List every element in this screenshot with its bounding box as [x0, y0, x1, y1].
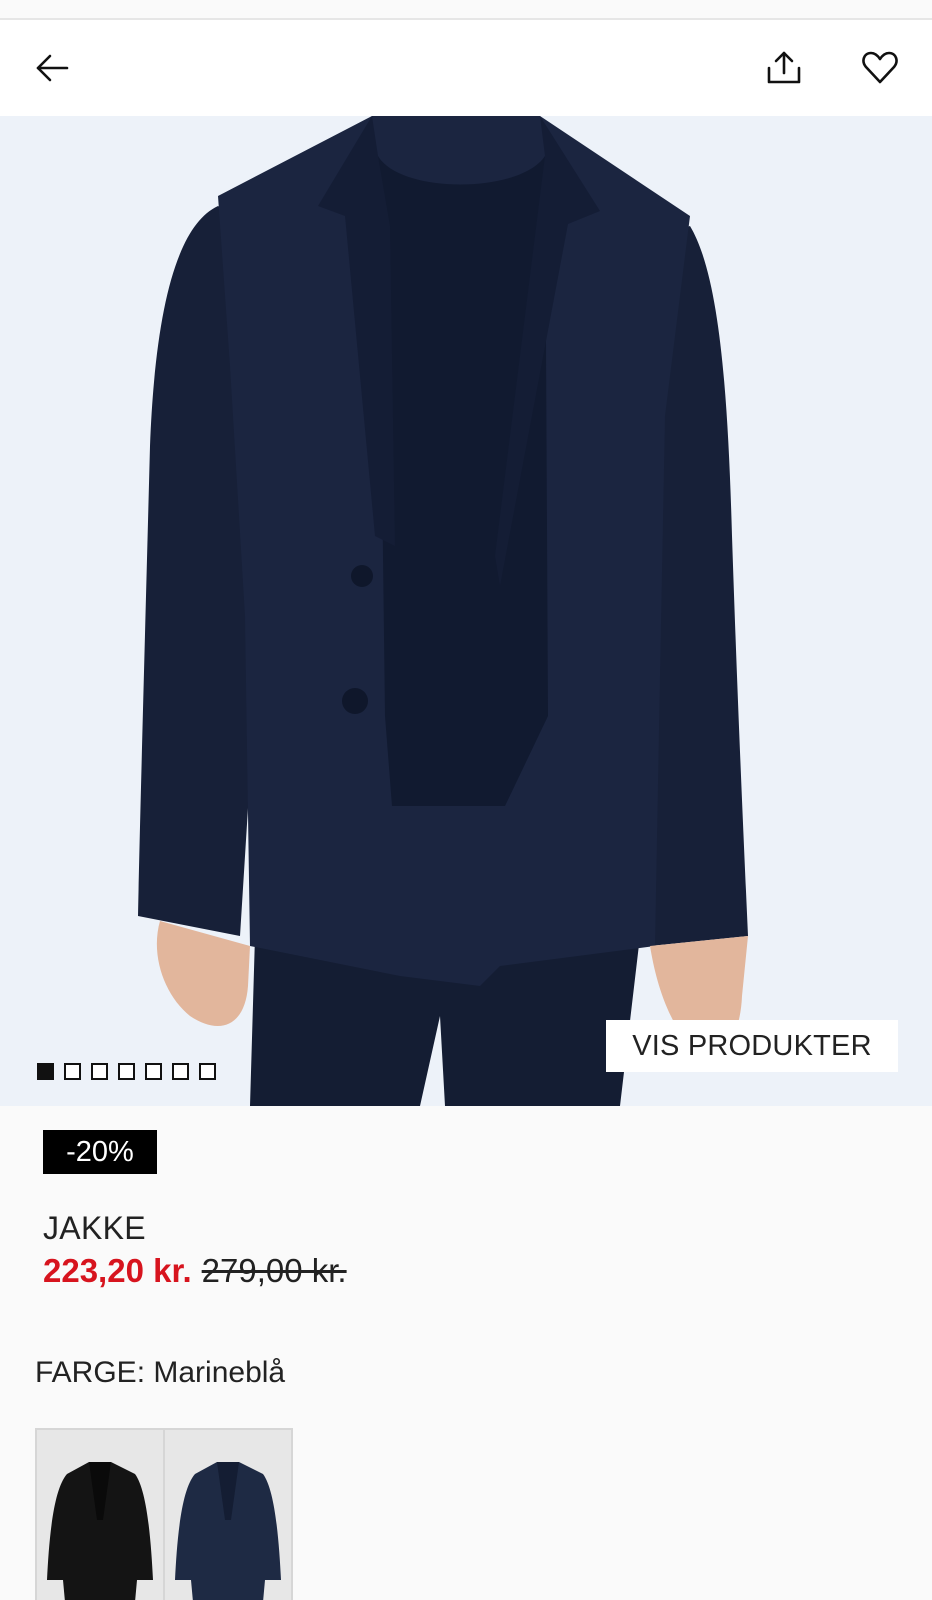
pagination-dot[interactable] — [145, 1063, 162, 1080]
original-price: 279,00 kr. — [201, 1252, 347, 1289]
favorite-button[interactable] — [856, 44, 904, 92]
color-label: FARGE: Marineblå — [35, 1356, 285, 1390]
product-image-gallery[interactable] — [0, 116, 932, 1106]
pagination-dot[interactable] — [199, 1063, 216, 1080]
share-button[interactable] — [760, 44, 808, 92]
gallery-pagination — [37, 1063, 216, 1080]
pagination-dot[interactable] — [118, 1063, 135, 1080]
jacket-thumbnail — [47, 1462, 153, 1600]
show-products-button[interactable]: VIS PRODUKTER — [606, 1020, 898, 1072]
status-bar-divider — [0, 0, 932, 20]
back-button[interactable] — [28, 44, 76, 92]
sale-price: 223,20 kr. — [43, 1252, 192, 1289]
product-photo — [0, 116, 932, 1106]
pagination-dot[interactable] — [37, 1063, 54, 1080]
color-swatches — [35, 1428, 293, 1600]
price-row: 223,20 kr. 279,00 kr. — [43, 1252, 347, 1290]
discount-badge: -20% — [43, 1130, 157, 1174]
pagination-dot[interactable] — [91, 1063, 108, 1080]
share-icon — [767, 51, 801, 84]
color-swatch-navy[interactable] — [163, 1428, 293, 1600]
product-title: JAKKE — [43, 1210, 146, 1246]
jacket-thumbnail — [175, 1462, 281, 1600]
color-swatch-black[interactable] — [35, 1428, 165, 1600]
selected-color-name: Marineblå — [153, 1356, 286, 1389]
color-label-prefix: FARGE: — [35, 1356, 146, 1389]
pagination-dot[interactable] — [64, 1063, 81, 1080]
top-bar — [0, 20, 932, 116]
arrow-left-icon — [36, 54, 69, 82]
pagination-dot[interactable] — [172, 1063, 189, 1080]
heart-icon — [862, 51, 898, 84]
